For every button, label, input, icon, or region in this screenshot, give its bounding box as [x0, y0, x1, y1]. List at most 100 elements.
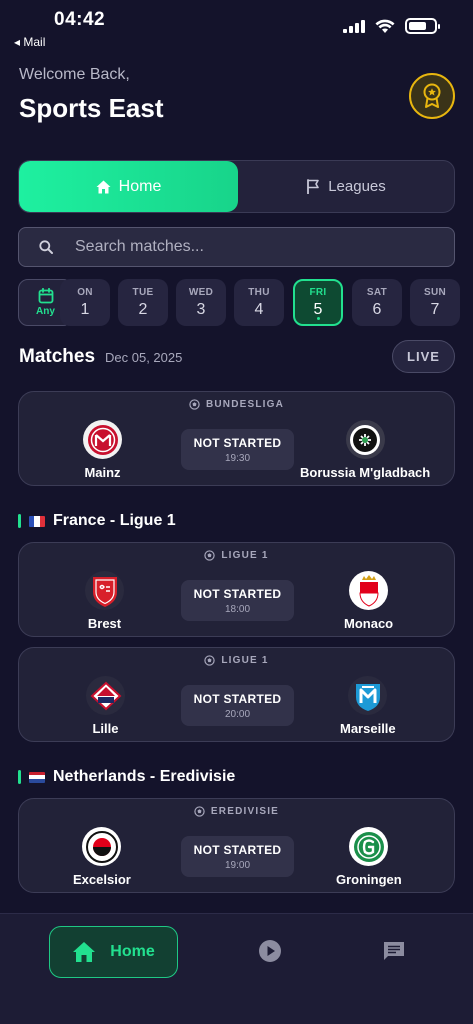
day-number: 4	[254, 300, 264, 318]
segment-home-tab[interactable]: Home	[19, 161, 238, 212]
away-team-name: Monaco	[344, 616, 394, 631]
away-team-name: Borussia M'gladbach	[300, 465, 431, 480]
award-icon	[423, 83, 441, 108]
away-team: Monaco	[344, 571, 393, 631]
home-team-name: Excelsior	[73, 872, 131, 887]
day-number: 6	[372, 300, 382, 318]
match-time: 20:00	[224, 708, 251, 720]
award-button[interactable]	[409, 73, 455, 119]
match-card-excelsior-groningen[interactable]: EREDIVISIE Excelsior NOT STARTED 19:00 G…	[18, 798, 455, 893]
soccer-ball-icon	[204, 550, 216, 561]
search-bar	[18, 227, 455, 267]
day-number: 7	[430, 300, 440, 318]
day-chip-4[interactable]: THU 4	[234, 279, 284, 326]
home-team-name: Lille	[92, 721, 119, 736]
house-icon	[96, 180, 111, 193]
selected-dot	[316, 317, 320, 320]
calendar-icon	[38, 288, 53, 304]
day-name: SAT	[366, 286, 388, 298]
search-input[interactable]	[75, 238, 415, 256]
day-chip-2[interactable]: TUE 2	[118, 279, 168, 326]
groningen-crest-icon	[349, 827, 389, 866]
home-team: Mainz	[83, 420, 122, 480]
league-header-netherlands: Netherlands - Eredivisie	[18, 768, 235, 786]
day-name: THU	[248, 286, 270, 298]
date-strip: Any ON 1 TUE 2 WED 3 THU 4 FRI 5 SAT 6 S…	[0, 279, 473, 329]
day-chip-7[interactable]: SUN 7	[410, 279, 460, 326]
day-chip-6[interactable]: SAT 6	[352, 279, 402, 326]
home-team: Lille	[86, 676, 125, 736]
flag-icon	[307, 179, 320, 194]
day-number: 3	[196, 300, 206, 318]
match-time: 19:30	[224, 452, 251, 464]
match-status: NOT STARTED	[193, 435, 282, 450]
day-chip-1[interactable]: ON 1	[60, 279, 110, 326]
day-name: SUN	[423, 286, 446, 298]
matches-date: Dec 05, 2025	[105, 350, 183, 365]
gladbach-crest-icon	[345, 420, 385, 459]
back-to-mail-link[interactable]: ◂ Mail	[14, 35, 45, 49]
match-time: 18:00	[224, 603, 251, 615]
away-team-name: Groningen	[336, 872, 402, 887]
home-icon	[73, 942, 96, 962]
live-button[interactable]: LIVE	[392, 340, 455, 373]
day-name: TUE	[132, 286, 154, 298]
status-time: 04:42	[54, 9, 106, 30]
day-chip-3[interactable]: WED 3	[176, 279, 226, 326]
away-team: Borussia M'gladbach	[300, 420, 430, 480]
card-league-name: LIGUE 1	[221, 550, 269, 561]
nav-play-button[interactable]	[257, 938, 283, 964]
bottom-navigation: Home	[0, 913, 473, 1024]
match-card-lille-marseille[interactable]: LIGUE 1 Lille NOT STARTED 20:00 Marseill…	[18, 647, 455, 742]
segment-home-label: Home	[118, 177, 162, 195]
segment-leagues-tab[interactable]: Leagues	[238, 161, 454, 212]
play-icon	[259, 940, 281, 962]
away-team: Groningen	[336, 827, 402, 887]
home-team-name: Mainz	[84, 465, 121, 480]
france-flag-icon	[29, 515, 45, 527]
cellular-signal-icon	[343, 19, 365, 33]
battery-icon	[405, 18, 440, 34]
wifi-icon	[375, 19, 395, 33]
home-team: Excelsior	[73, 827, 131, 887]
excelsior-crest-icon	[82, 827, 122, 866]
match-status-box: NOT STARTED 20:00	[181, 685, 294, 726]
card-league-row: LIGUE 1	[19, 550, 454, 561]
segment-leagues-label: Leagues	[328, 178, 386, 195]
day-name: FRI	[309, 286, 327, 298]
match-card-mainz-gladbach[interactable]: BUNDESLIGA Mainz NOT STARTED 19:30 Borus…	[18, 391, 455, 486]
matches-title: Matches	[19, 346, 96, 367]
match-status-box: NOT STARTED 18:00	[181, 580, 294, 621]
mainz-crest-icon	[83, 420, 122, 459]
card-league-name: LIGUE 1	[221, 655, 269, 666]
match-status: NOT STARTED	[193, 691, 282, 706]
marseille-crest-icon	[348, 676, 388, 715]
soccer-ball-icon	[194, 806, 205, 817]
netherlands-flag-icon	[29, 771, 45, 783]
soccer-ball-icon	[189, 399, 200, 410]
card-league-name: BUNDESLIGA	[205, 399, 285, 410]
day-number: 2	[138, 300, 148, 318]
section-accent-bar	[18, 514, 21, 528]
soccer-ball-icon	[204, 655, 216, 666]
nav-home-button[interactable]: Home	[49, 926, 178, 978]
day-chip-5-selected[interactable]: FRI 5	[293, 279, 343, 326]
away-team: Marseille	[340, 676, 396, 736]
day-number: 1	[80, 300, 90, 318]
match-status-box: NOT STARTED 19:30	[181, 429, 294, 470]
search-icon	[39, 240, 53, 254]
league-header-france: France - Ligue 1	[18, 512, 176, 530]
match-status: NOT STARTED	[193, 586, 282, 601]
welcome-text: Welcome Back,	[19, 66, 130, 83]
any-date-label: Any	[36, 306, 55, 317]
league-header-title: Netherlands - Eredivisie	[53, 768, 236, 785]
day-name: WED	[188, 286, 214, 298]
match-status-box: NOT STARTED 19:00	[181, 836, 294, 877]
home-leagues-segment: Home Leagues	[18, 160, 455, 213]
day-name: ON	[77, 286, 93, 298]
match-time: 19:00	[224, 859, 251, 871]
match-card-brest-monaco[interactable]: LIGUE 1 Brest NOT STARTED 18:00 Monaco	[18, 542, 455, 637]
status-bar: 04:42 ◂ Mail	[0, 0, 473, 50]
monaco-crest-icon	[349, 571, 389, 610]
nav-chat-button[interactable]	[381, 938, 407, 964]
